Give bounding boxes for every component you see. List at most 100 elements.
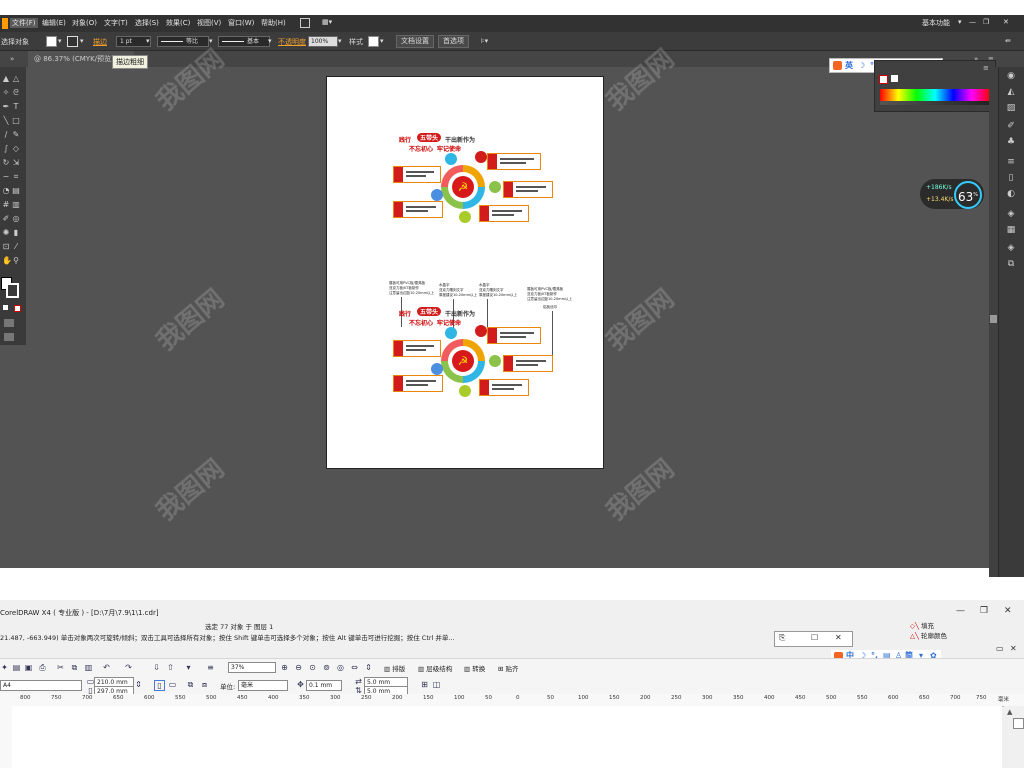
symbols-icon[interactable]: ♣ <box>1006 137 1016 147</box>
shape-builder-tool-icon[interactable]: ◔ <box>2 187 10 195</box>
landscape-icon[interactable]: ▭ <box>168 680 177 689</box>
redo-icon[interactable]: ↷ <box>124 663 133 672</box>
zoom-out-icon[interactable]: ⊖ <box>294 663 303 672</box>
cdr-drawing-canvas[interactable] <box>12 706 1002 768</box>
portrait-icon[interactable]: ▯ <box>154 680 165 691</box>
none-swatch-icon[interactable] <box>14 305 21 312</box>
arrange-documents-icon[interactable]: ▦▾ <box>322 18 332 26</box>
convert-button[interactable]: ▥ 转换 <box>464 663 485 673</box>
opacity-input[interactable]: 100% <box>308 36 338 47</box>
copy-icon[interactable]: ⧉ <box>70 663 79 672</box>
stroke-swatch[interactable] <box>67 36 78 47</box>
minimize-icon[interactable]: — <box>969 18 976 26</box>
undo-icon[interactable]: ↶ <box>102 663 111 672</box>
cut-icon[interactable]: ✂ <box>56 663 65 672</box>
type-tool-icon[interactable]: T <box>12 103 20 111</box>
lasso-tool-icon[interactable]: ᘓ <box>12 89 20 97</box>
line-tool-icon[interactable]: ╲ <box>2 117 10 125</box>
import-icon[interactable]: ⇩ <box>152 663 161 672</box>
color-spectrum-shade[interactable] <box>880 101 990 105</box>
close-icon[interactable]: ✕ <box>1004 606 1012 616</box>
symbol-sprayer-tool-icon[interactable]: ✺ <box>2 229 10 237</box>
ime-language-toggle[interactable]: 英 <box>845 59 853 72</box>
opacity-dropdown-icon[interactable]: ▾ <box>338 37 342 45</box>
fill-swatch[interactable] <box>46 36 57 47</box>
menu-help[interactable]: 帮助(H) <box>261 18 286 28</box>
hierarchy-button[interactable]: ▥ 层级结构 <box>418 663 452 673</box>
cdr-vertical-scrollbar[interactable]: ▲ <box>1004 706 1024 768</box>
close-icon[interactable]: ✕ <box>1010 644 1017 653</box>
welcome-screen-icon[interactable]: ≡ <box>206 663 215 672</box>
brush-dropdown-icon[interactable]: ▾ <box>268 37 272 45</box>
transparency-icon[interactable]: ◐ <box>1006 189 1016 199</box>
scroll-thumb[interactable] <box>990 315 997 323</box>
paste-icon[interactable]: ▥ <box>84 663 93 672</box>
zoom-level-select[interactable]: 37% <box>228 662 276 673</box>
menu-type[interactable]: 文字(T) <box>104 18 128 28</box>
print-icon[interactable]: ⎙ <box>38 663 47 672</box>
brushes-icon[interactable]: ✐ <box>1006 121 1016 131</box>
fill-dropdown-icon[interactable]: ▾ <box>58 37 62 45</box>
stroke-label[interactable]: 描边 <box>93 37 107 47</box>
draw-mode-icon[interactable] <box>4 319 14 327</box>
eyedropper-tool-icon[interactable]: ✐ <box>2 215 10 223</box>
pencil-tool-icon[interactable]: ✎ <box>12 131 20 139</box>
magic-wand-tool-icon[interactable]: ✧ <box>2 89 10 97</box>
white-swatch-icon[interactable] <box>891 75 898 82</box>
hand-tool-icon[interactable]: ✋ <box>2 257 12 265</box>
panel-menu-icon[interactable]: ≡ <box>983 64 989 72</box>
warp-tool-icon[interactable]: ~ <box>2 173 10 181</box>
blend-tool-icon[interactable]: ◎ <box>12 215 20 223</box>
ai-vertical-scrollbar[interactable] <box>989 67 998 577</box>
panel-menu-icon[interactable]: ⇚ <box>1005 37 1011 45</box>
align-options-icon[interactable]: ⊧▾ <box>481 37 488 45</box>
pen-tool-icon[interactable]: ✒ <box>2 103 10 111</box>
zoom-width-icon[interactable]: ⇔ <box>350 663 359 672</box>
color-none-swatch[interactable] <box>1013 718 1024 729</box>
zoom-selected-icon[interactable]: ⊙ <box>308 663 317 672</box>
artboard[interactable]: 践行 五带头 干出新作为 不忘初心 牢记使命 ☭ 展板可用PVC板/雪弗板 亚克… <box>326 76 604 469</box>
zoom-all-icon[interactable]: ⊚ <box>322 663 331 672</box>
treat-as-filled-icon[interactable]: ◫ <box>432 680 441 689</box>
zoom-page-icon[interactable]: ◎ <box>336 663 345 672</box>
menu-view[interactable]: 视图(V) <box>197 18 221 28</box>
snap-grid-icon[interactable]: ⊞ <box>420 680 429 689</box>
blob-brush-tool-icon[interactable]: ∫ <box>2 145 10 153</box>
artboard-tool-icon[interactable]: ⊡ <box>2 243 10 251</box>
zoom-tool-icon[interactable]: ⚲ <box>12 257 20 265</box>
application-launcher-icon[interactable]: ▾ <box>184 663 193 672</box>
color-guide-icon[interactable]: ▦ <box>1006 225 1016 235</box>
opacity-label[interactable]: 不透明度 <box>278 37 306 47</box>
ime-moon-icon[interactable]: ☽ <box>858 59 865 72</box>
menu-select[interactable]: 选择(S) <box>135 18 159 28</box>
close-icon[interactable]: ✕ <box>1003 18 1009 26</box>
memory-usage-gauge[interactable]: 63% <box>954 181 982 209</box>
stroke-dropdown-icon[interactable]: ▾ <box>80 37 84 45</box>
size-spinner-icon[interactable]: ⇕ <box>134 680 143 689</box>
menu-window[interactable]: 窗口(W) <box>228 18 254 28</box>
snap-button[interactable]: ⊞ 贴齐 <box>498 663 519 673</box>
workspace-switcher[interactable]: 基本功能 <box>922 18 950 28</box>
variable-width-profile[interactable]: 等比 <box>157 36 209 47</box>
image-trace-icon[interactable]: ▨ <box>1006 103 1016 113</box>
preferences-button[interactable]: 首选项 <box>438 35 469 48</box>
navigator-icon[interactable]: ◭ <box>1006 87 1016 97</box>
toolbox-collapse-icon[interactable]: » <box>10 55 14 63</box>
brush-definition[interactable]: 基本 <box>218 36 270 47</box>
scale-tool-icon[interactable]: ⇲ <box>12 159 20 167</box>
rectangle-tool-icon[interactable]: □ <box>12 117 20 125</box>
selection-tool-icon[interactable]: ▲ <box>2 75 10 83</box>
none-swatch-icon[interactable] <box>879 75 888 84</box>
nudge-input[interactable]: 0.1 mm <box>306 680 342 691</box>
appearance-icon[interactable]: ◉ <box>1006 71 1016 81</box>
current-page-icon[interactable]: ⧈ <box>200 680 209 689</box>
stroke-color-icon[interactable] <box>6 283 19 298</box>
restore-icon[interactable]: ❐ <box>980 606 988 616</box>
slice-tool-icon[interactable]: ⁄ <box>12 243 20 251</box>
rotate-tool-icon[interactable]: ↻ <box>2 159 10 167</box>
save-icon[interactable]: ▣ <box>24 663 33 672</box>
profile-dropdown-icon[interactable]: ▾ <box>209 37 213 45</box>
zoom-in-icon[interactable]: ⊕ <box>280 663 289 672</box>
menu-object[interactable]: 对象(O) <box>72 18 97 28</box>
screen-mode-icon[interactable] <box>4 333 14 341</box>
